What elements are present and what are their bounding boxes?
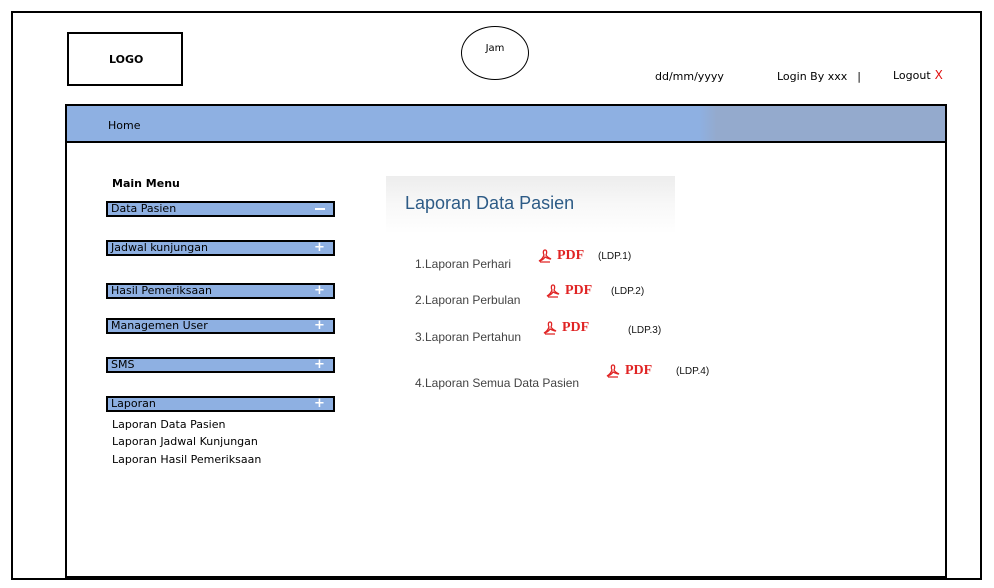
content-header: Laporan Data Pasien <box>386 176 675 234</box>
menu-item-label: Jadwal kunjungan <box>111 241 208 254</box>
submenu-laporan-hasil-pemeriksaan[interactable]: Laporan Hasil Pemeriksaan <box>112 453 261 466</box>
menu-item-managemen-user[interactable]: Managemen User + <box>106 318 335 334</box>
report-code: (LDP.4) <box>676 366 710 377</box>
pdf-download-pertahun[interactable]: PDF <box>542 320 589 336</box>
plus-icon: + <box>314 357 325 372</box>
report-code: (LDP.3) <box>628 325 662 336</box>
report-label-perhari: 1.Laporan Perhari <box>415 257 512 271</box>
logout-label: Logout <box>893 69 931 82</box>
separator: | <box>857 70 861 83</box>
clock: Jam <box>461 26 529 80</box>
login-label: Login By xxx <box>777 70 848 83</box>
nav-bar: Home <box>67 106 945 143</box>
logo: LOGO <box>67 32 183 86</box>
pdf-download-semua[interactable]: PDF <box>605 363 652 379</box>
pdf-icon <box>543 321 557 335</box>
menu-item-laporan[interactable]: Laporan + <box>106 396 335 412</box>
pdf-label: PDF <box>562 320 590 335</box>
plus-icon: + <box>314 318 325 333</box>
pdf-label: PDF <box>625 363 653 378</box>
login-info: Login By xxx | <box>777 70 871 83</box>
menu-item-label: Data Pasien <box>111 202 177 215</box>
menu-item-label: Managemen User <box>111 319 208 332</box>
menu-item-label: Hasil Pemeriksaan <box>111 284 212 297</box>
page-title: Laporan Data Pasien <box>405 193 575 213</box>
minus-icon <box>315 208 325 210</box>
nav-home-link[interactable]: Home <box>108 119 140 132</box>
main-container: Home Main Menu Data Pasien Jadwal kunjun… <box>65 104 947 578</box>
report-label-perbulan: 2.Laporan Perbulan <box>415 293 521 307</box>
submenu-laporan-jadwal-kunjungan[interactable]: Laporan Jadwal Kunjungan <box>112 435 258 448</box>
main-menu-title: Main Menu <box>112 177 180 190</box>
menu-item-hasil-pemeriksaan[interactable]: Hasil Pemeriksaan + <box>106 283 335 299</box>
pdf-icon <box>546 284 560 298</box>
date-display: dd/mm/yyyy <box>655 70 724 83</box>
menu-item-data-pasien[interactable]: Data Pasien <box>106 201 335 217</box>
logout-link[interactable]: Logout X <box>893 68 943 82</box>
pdf-icon <box>606 364 620 378</box>
close-icon: X <box>934 68 943 82</box>
menu-item-label: SMS <box>111 358 135 371</box>
logo-text: LOGO <box>109 52 144 66</box>
pdf-icon <box>538 249 552 263</box>
report-code: (LDP.1) <box>598 251 632 262</box>
menu-item-jadwal-kunjungan[interactable]: Jadwal kunjungan + <box>106 240 335 256</box>
plus-icon: + <box>314 240 325 255</box>
pdf-label: PDF <box>565 283 593 298</box>
pdf-download-perhari[interactable]: PDF <box>537 248 584 264</box>
menu-item-sms[interactable]: SMS + <box>106 357 335 373</box>
report-label-pertahun: 3.Laporan Pertahun <box>415 330 522 344</box>
clock-label: Jam <box>485 43 505 54</box>
plus-icon: + <box>314 396 325 411</box>
pdf-download-perbulan[interactable]: PDF <box>545 283 592 299</box>
report-code: (LDP.2) <box>611 286 645 297</box>
pdf-label: PDF <box>557 248 585 263</box>
submenu-laporan-data-pasien[interactable]: Laporan Data Pasien <box>112 418 225 431</box>
report-label-semua: 4.Laporan Semua Data Pasien <box>415 376 580 390</box>
plus-icon: + <box>314 283 325 298</box>
menu-item-label: Laporan <box>111 397 156 410</box>
